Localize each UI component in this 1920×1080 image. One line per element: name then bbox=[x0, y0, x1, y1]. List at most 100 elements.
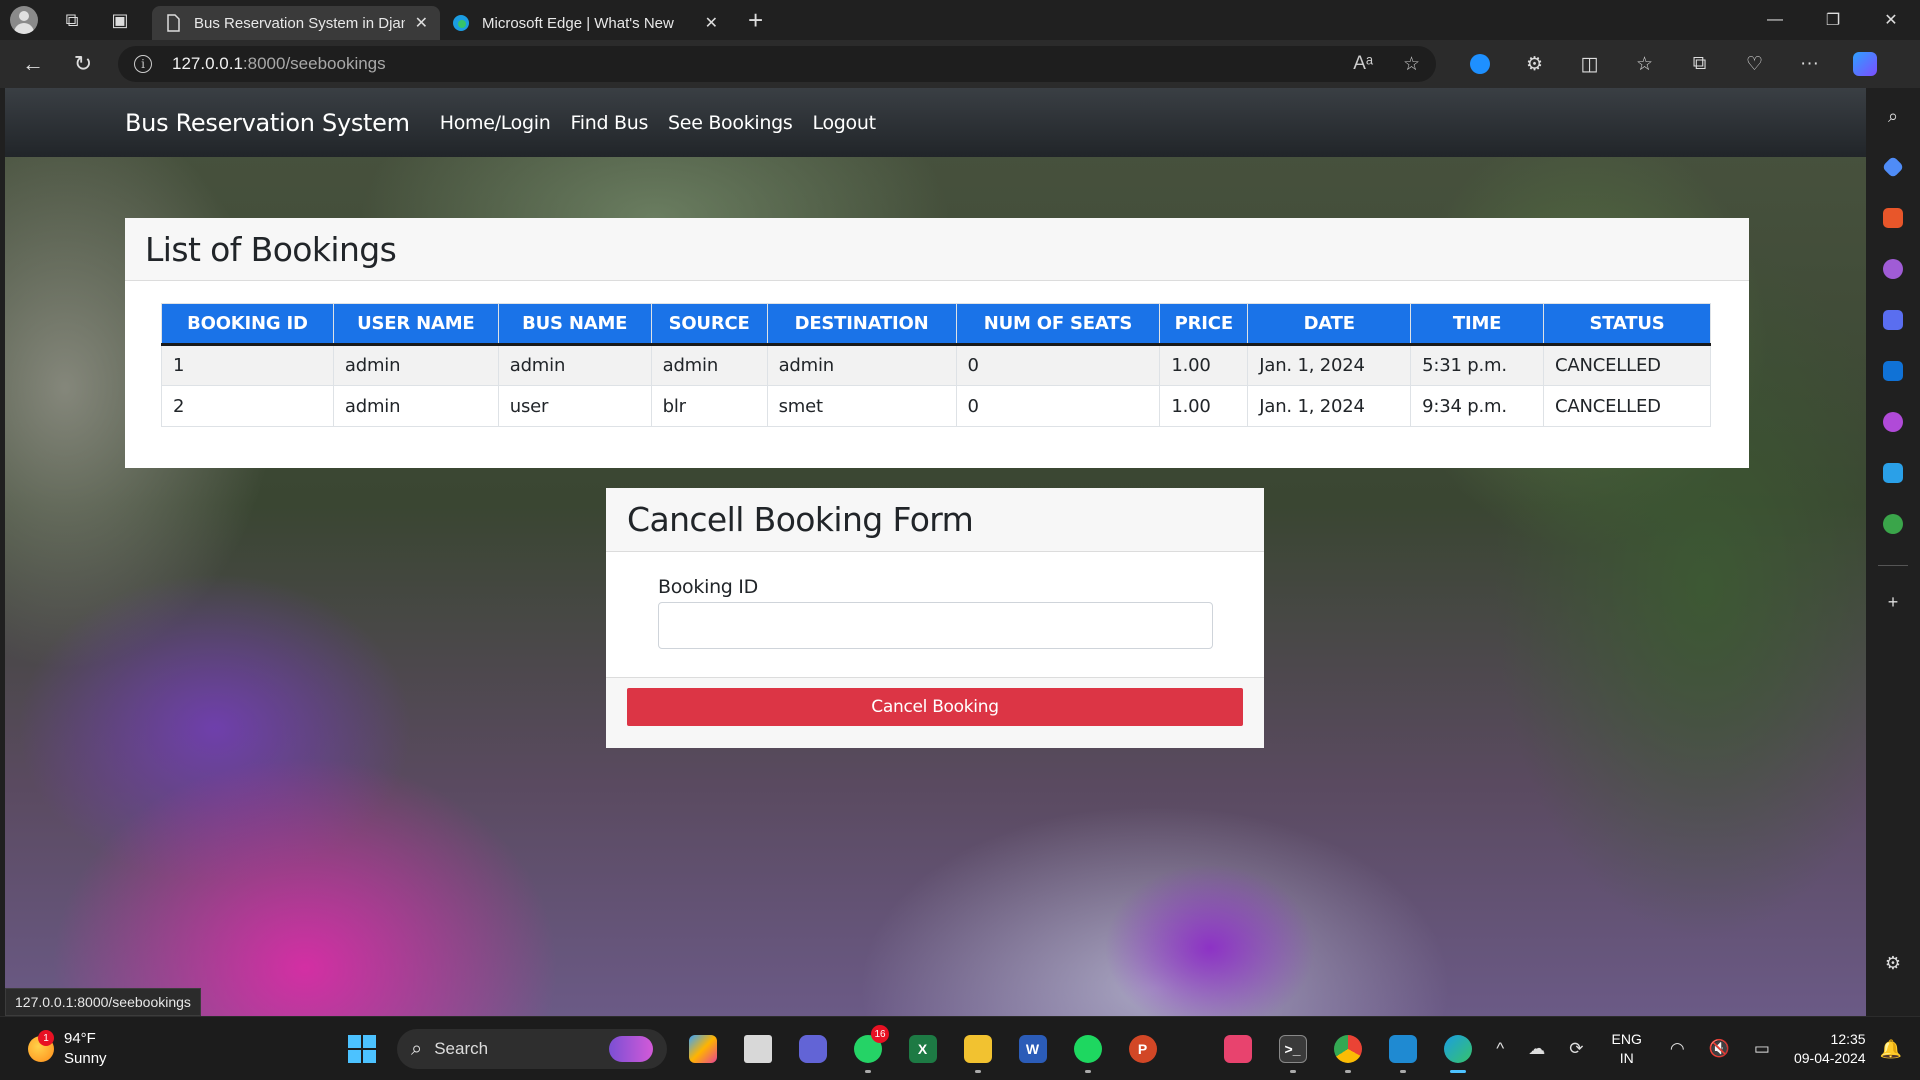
edge-app[interactable] bbox=[1430, 1027, 1485, 1073]
column-header: SOURCE bbox=[650, 303, 768, 345]
nav-link-see-bookings[interactable]: See Bookings bbox=[668, 112, 793, 134]
tab-edge-whats-new[interactable]: Microsoft Edge | What's New ✕ bbox=[440, 6, 730, 40]
powerpoint-app[interactable]: P bbox=[1115, 1027, 1170, 1071]
teams-app[interactable] bbox=[785, 1027, 840, 1071]
vscode-app[interactable] bbox=[1375, 1027, 1430, 1073]
table-cell: CANCELLED bbox=[1543, 344, 1711, 386]
weather-widget[interactable]: 1 94°F Sunny bbox=[28, 1029, 107, 1069]
page-viewport: Bus Reservation System Home/Login Find B… bbox=[5, 88, 1866, 1016]
whatsapp-app[interactable]: 16 bbox=[840, 1025, 895, 1073]
taskbar-search[interactable]: ⌕ Search bbox=[397, 1029, 667, 1069]
edge-sidebar: ⌕ + ⚙ bbox=[1866, 88, 1920, 1016]
add-sidebar-app-icon[interactable]: + bbox=[1879, 588, 1907, 616]
volume-muted-icon[interactable]: 🔇 bbox=[1709, 1039, 1730, 1059]
close-tab-icon[interactable]: ✕ bbox=[705, 13, 718, 33]
clock[interactable]: 12:35 09-04-2024 bbox=[1794, 1030, 1866, 1068]
taskbar-apps: ⌕ Search 16 X W P >_ bbox=[334, 1025, 1485, 1073]
file-explorer-app[interactable] bbox=[950, 1027, 1005, 1073]
wifi-icon[interactable]: ◠ bbox=[1670, 1039, 1685, 1059]
terminal-icon: >_ bbox=[1278, 1035, 1307, 1063]
refresh-icon[interactable]: ↻ bbox=[58, 44, 108, 84]
onedrive-cloud-icon[interactable]: ☁ bbox=[1528, 1039, 1545, 1059]
favorites-icon[interactable]: ☆ bbox=[1617, 44, 1672, 84]
table-cell: user bbox=[497, 385, 652, 427]
table-cell: 1 bbox=[161, 344, 334, 386]
copilot-taskbar-app[interactable] bbox=[675, 1027, 730, 1071]
table-cell: admin bbox=[497, 344, 652, 386]
shopping-tag-icon[interactable] bbox=[1879, 153, 1907, 181]
close-window-icon[interactable]: ✕ bbox=[1862, 0, 1920, 40]
start-button[interactable] bbox=[334, 1027, 389, 1071]
drop-icon[interactable] bbox=[1879, 459, 1907, 487]
sidebar-settings-gear-icon[interactable]: ⚙ bbox=[1879, 949, 1907, 977]
search-icon[interactable]: ⌕ bbox=[1879, 102, 1907, 130]
word-app[interactable]: W bbox=[1005, 1027, 1060, 1071]
chrome-app[interactable] bbox=[1320, 1027, 1375, 1073]
tree-icon[interactable] bbox=[1879, 510, 1907, 538]
table-cell: blr bbox=[650, 385, 768, 427]
performance-icon[interactable]: ♡ bbox=[1727, 44, 1782, 84]
restore-icon[interactable]: ❐ bbox=[1804, 0, 1862, 40]
booking-id-input[interactable] bbox=[658, 602, 1213, 649]
more-menu-icon[interactable]: ··· bbox=[1782, 44, 1837, 84]
table-cell: 1.00 bbox=[1159, 344, 1249, 386]
designer-icon[interactable] bbox=[1879, 408, 1907, 436]
read-aloud-icon[interactable]: Aᵃ bbox=[1353, 53, 1373, 76]
split-screen-icon[interactable]: ◫ bbox=[1562, 44, 1617, 84]
close-tab-icon[interactable]: ✕ bbox=[415, 13, 428, 33]
table-cell: 0 bbox=[955, 344, 1161, 386]
clock-date: 09-04-2024 bbox=[1793, 1050, 1866, 1066]
table-cell: 1.00 bbox=[1159, 385, 1249, 427]
nav-link-find-bus[interactable]: Find Bus bbox=[571, 112, 649, 134]
task-view-app[interactable] bbox=[730, 1027, 785, 1071]
language-indicator[interactable]: ENG IN bbox=[1612, 1030, 1642, 1068]
nav-link-logout[interactable]: Logout bbox=[813, 112, 877, 134]
bookings-table: BOOKING ID USER NAME BUS NAME SOURCE DESTINA… bbox=[161, 303, 1711, 427]
cancel-form-footer: Cancel Booking bbox=[606, 677, 1264, 748]
task-view-icon bbox=[743, 1035, 772, 1063]
copilot-app-icon[interactable] bbox=[1879, 306, 1907, 334]
tab-bus-reservation[interactable]: Bus Reservation System in Djang ✕ bbox=[152, 6, 440, 40]
table-cell: admin bbox=[766, 344, 957, 386]
site-info-icon[interactable]: i bbox=[134, 55, 152, 73]
nav-link-home-login[interactable]: Home/Login bbox=[440, 112, 551, 134]
notification-bell-icon[interactable]: 🔔 bbox=[1880, 1039, 1902, 1060]
excel-app[interactable]: X bbox=[895, 1027, 950, 1071]
table-cell: smet bbox=[766, 385, 957, 427]
extension-blue-icon[interactable] bbox=[1452, 44, 1507, 84]
lang-top: ENG bbox=[1611, 1031, 1642, 1047]
terminal-app[interactable]: >_ bbox=[1265, 1027, 1320, 1073]
column-header: PRICE bbox=[1159, 303, 1249, 345]
profile-button[interactable] bbox=[0, 0, 48, 40]
outlook-icon[interactable] bbox=[1879, 357, 1907, 385]
workspaces-icon[interactable]: ⧉ bbox=[48, 0, 96, 40]
search-icon: ⌕ bbox=[411, 1037, 423, 1060]
battery-icon[interactable]: ▭ bbox=[1754, 1039, 1770, 1059]
back-arrow-icon[interactable]: ← bbox=[8, 44, 58, 84]
folder-icon bbox=[963, 1035, 992, 1063]
chevron-up-icon[interactable]: ^ bbox=[1496, 1039, 1504, 1059]
spotify-app[interactable] bbox=[1060, 1027, 1115, 1073]
copilot-icon[interactable] bbox=[1837, 44, 1892, 84]
favorite-star-icon[interactable]: ☆ bbox=[1403, 53, 1420, 76]
system-tray: ^ ☁ ⟳ ENG IN ◠ 🔇 ▭ 12:35 09-04-2024 🔔 bbox=[1484, 1017, 1920, 1080]
cancel-booking-button[interactable]: Cancel Booking bbox=[627, 688, 1243, 726]
video-call-icon bbox=[798, 1035, 827, 1063]
snipping-app[interactable] bbox=[1210, 1027, 1265, 1071]
tools-briefcase-icon[interactable] bbox=[1879, 204, 1907, 232]
collections-icon[interactable]: ⧉ bbox=[1672, 44, 1727, 84]
table-cell: Jan. 1, 2024 bbox=[1247, 385, 1412, 427]
table-cell: admin bbox=[332, 344, 499, 386]
minimize-icon[interactable]: — bbox=[1746, 0, 1804, 40]
games-icon[interactable] bbox=[1879, 255, 1907, 283]
spotify-icon bbox=[1073, 1035, 1102, 1063]
vertical-tabs-icon[interactable]: ▣ bbox=[96, 0, 144, 40]
address-toolbar: ← ↻ i 127.0.0.1:8000/seebookings Aᵃ ☆ ⚙ … bbox=[0, 40, 1920, 88]
extensions-icon[interactable]: ⚙ bbox=[1507, 44, 1562, 84]
new-tab-icon[interactable]: + bbox=[748, 5, 763, 36]
sync-icon[interactable]: ⟳ bbox=[1569, 1039, 1583, 1059]
navbar-brand[interactable]: Bus Reservation System bbox=[125, 109, 410, 137]
address-bar[interactable]: i 127.0.0.1:8000/seebookings Aᵃ ☆ bbox=[118, 46, 1436, 82]
weather-badge: 1 bbox=[38, 1030, 54, 1046]
excel-icon: X bbox=[908, 1035, 937, 1063]
